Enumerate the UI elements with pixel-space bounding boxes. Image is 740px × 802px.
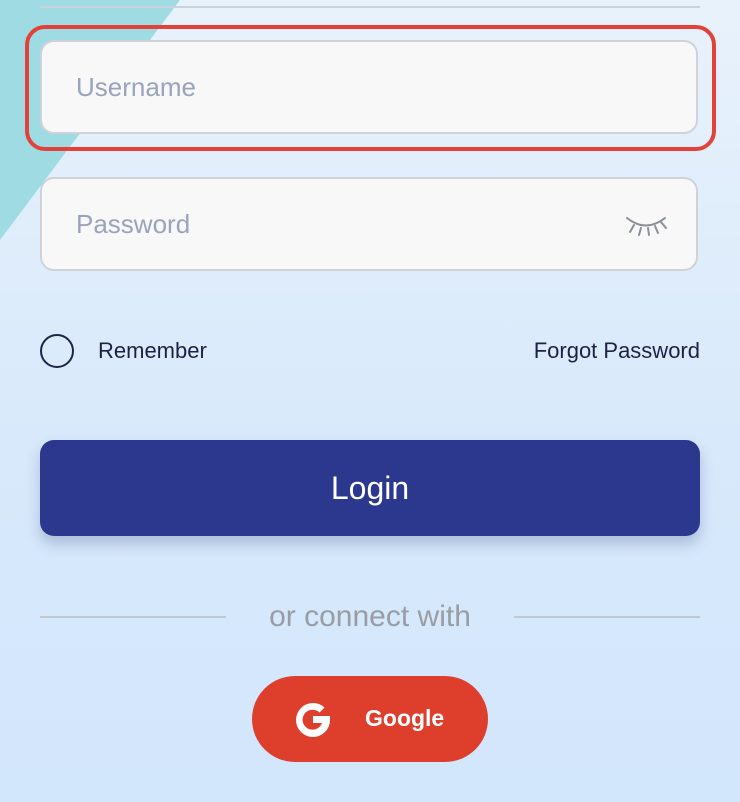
google-g-icon [296,703,330,737]
forgot-password-link[interactable]: Forgot Password [534,338,700,364]
remember-label: Remember [98,338,207,363]
remember-radio[interactable] [40,334,74,368]
top-divider [40,6,700,8]
divider-left [40,616,226,618]
password-field[interactable] [40,177,698,271]
username-highlight [25,25,716,151]
remember-checkbox[interactable]: Remember [40,334,207,368]
divider-right [514,616,700,618]
google-login-button[interactable]: Google [252,676,488,762]
eye-closed-icon[interactable] [624,213,668,237]
login-button[interactable]: Login [40,440,700,536]
divider-text: or connect with [269,600,471,633]
password-input[interactable] [76,179,616,269]
google-label: Google [365,705,445,731]
